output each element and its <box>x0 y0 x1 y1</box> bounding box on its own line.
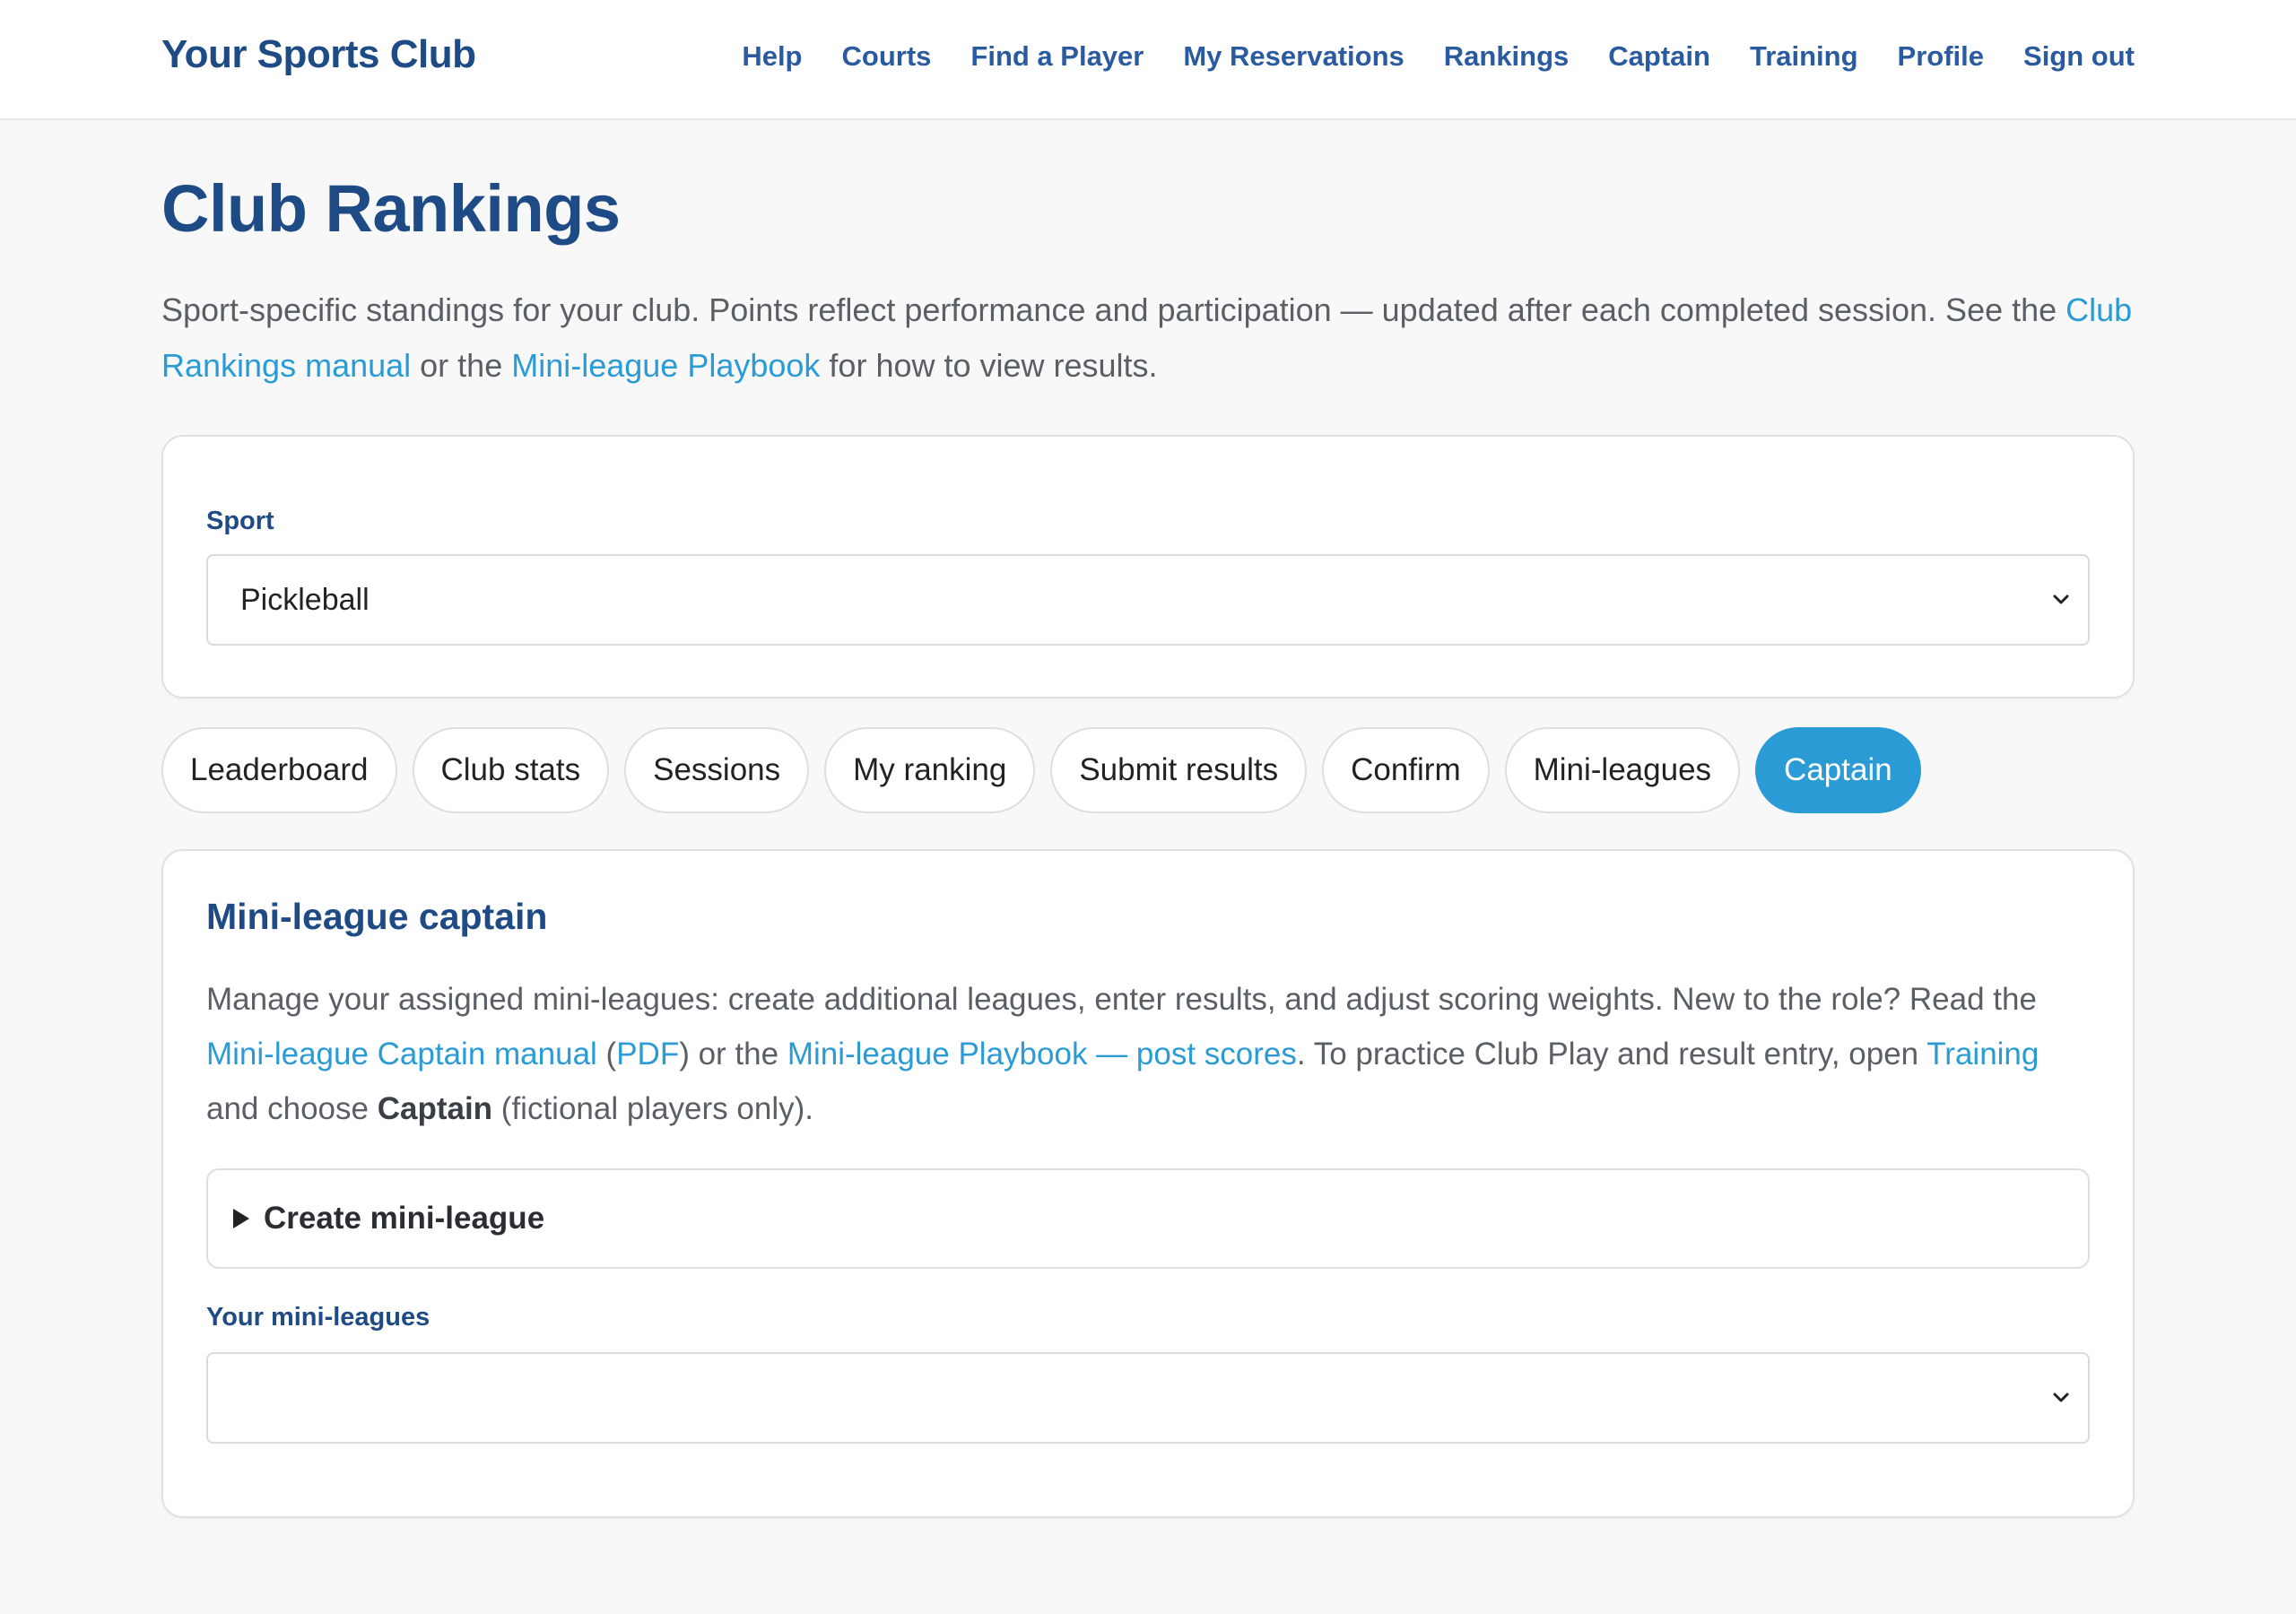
desc-text: . To practice Club Play and result entry… <box>1296 1037 1927 1072</box>
desc-text: Manage your assigned mini-leagues: creat… <box>206 982 2037 1017</box>
nav-captain[interactable]: Captain <box>1608 40 1710 73</box>
captain-description: Manage your assigned mini-leagues: creat… <box>206 972 2090 1136</box>
captain-manual-link[interactable]: Mini-league Captain manual <box>206 1037 597 1072</box>
tab-mini-leagues[interactable]: Mini-leagues <box>1504 727 1741 813</box>
brand-logo[interactable]: Your Sports Club <box>161 32 476 77</box>
playbook-post-scores-link[interactable]: Mini-league Playbook — post scores <box>787 1037 1297 1072</box>
nav-my-reservations[interactable]: My Reservations <box>1183 40 1404 73</box>
desc-text: and choose <box>206 1091 378 1126</box>
nav-rankings[interactable]: Rankings <box>1444 40 1570 73</box>
nav-profile[interactable]: Profile <box>1898 40 1984 73</box>
sport-filter-card: Sport Pickleball <box>161 435 2135 699</box>
captain-panel: Mini-league captain Manage your assigned… <box>161 849 2135 1518</box>
top-navbar: Your Sports Club Help Courts Find a Play… <box>0 0 2296 120</box>
tab-captain[interactable]: Captain <box>1755 727 1921 813</box>
main-nav: Help Courts Find a Player My Reservation… <box>742 40 2135 73</box>
tab-leaderboard[interactable]: Leaderboard <box>161 727 397 813</box>
mini-leagues-select[interactable] <box>206 1352 2090 1444</box>
desc-text: ( <box>596 1037 617 1072</box>
intro-text: Sport-specific standings for your club. … <box>161 291 2066 328</box>
sport-select[interactable]: Pickleball <box>206 554 2090 646</box>
pdf-link[interactable]: PDF <box>616 1037 679 1072</box>
nav-help[interactable]: Help <box>742 40 802 73</box>
intro-text: or the <box>411 347 512 384</box>
desc-text: (fictional players only). <box>492 1091 813 1126</box>
page-title: Club Rankings <box>161 171 621 246</box>
mini-league-playbook-link[interactable]: Mini-league Playbook <box>511 347 820 384</box>
desc-text: ) or the <box>679 1037 787 1072</box>
tab-my-ranking[interactable]: My ranking <box>824 727 1036 813</box>
tab-confirm[interactable]: Confirm <box>1322 727 1490 813</box>
training-link[interactable]: Training <box>1926 1037 2039 1072</box>
captain-section-title: Mini-league captain <box>206 896 548 937</box>
chevron-down-icon <box>2053 594 2069 604</box>
rankings-tabs: Leaderboard Club stats Sessions My ranki… <box>161 727 2135 813</box>
tab-sessions[interactable]: Sessions <box>624 727 810 813</box>
main-content: Club Rankings Sport-specific standings f… <box>161 120 2135 1518</box>
chevron-down-icon <box>2053 1393 2069 1402</box>
sport-label: Sport <box>206 507 274 535</box>
nav-find-a-player[interactable]: Find a Player <box>970 40 1144 73</box>
your-mini-leagues-label: Your mini-leagues <box>206 1303 430 1332</box>
tab-club-stats[interactable]: Club stats <box>412 727 610 813</box>
captain-emphasis: Captain <box>377 1091 493 1126</box>
create-mini-league-label: Create mini-league <box>264 1201 545 1236</box>
nav-sign-out[interactable]: Sign out <box>2023 40 2135 73</box>
tab-submit-results[interactable]: Submit results <box>1050 727 1308 813</box>
page-intro: Sport-specific standings for your club. … <box>161 282 2135 394</box>
sport-select-value: Pickleball <box>240 582 370 617</box>
disclosure-triangle-icon <box>233 1209 249 1228</box>
nav-courts[interactable]: Courts <box>842 40 932 73</box>
intro-text: for how to view results. <box>820 347 1158 384</box>
create-mini-league-toggle[interactable]: Create mini-league <box>206 1168 2090 1269</box>
nav-training[interactable]: Training <box>1750 40 1858 73</box>
